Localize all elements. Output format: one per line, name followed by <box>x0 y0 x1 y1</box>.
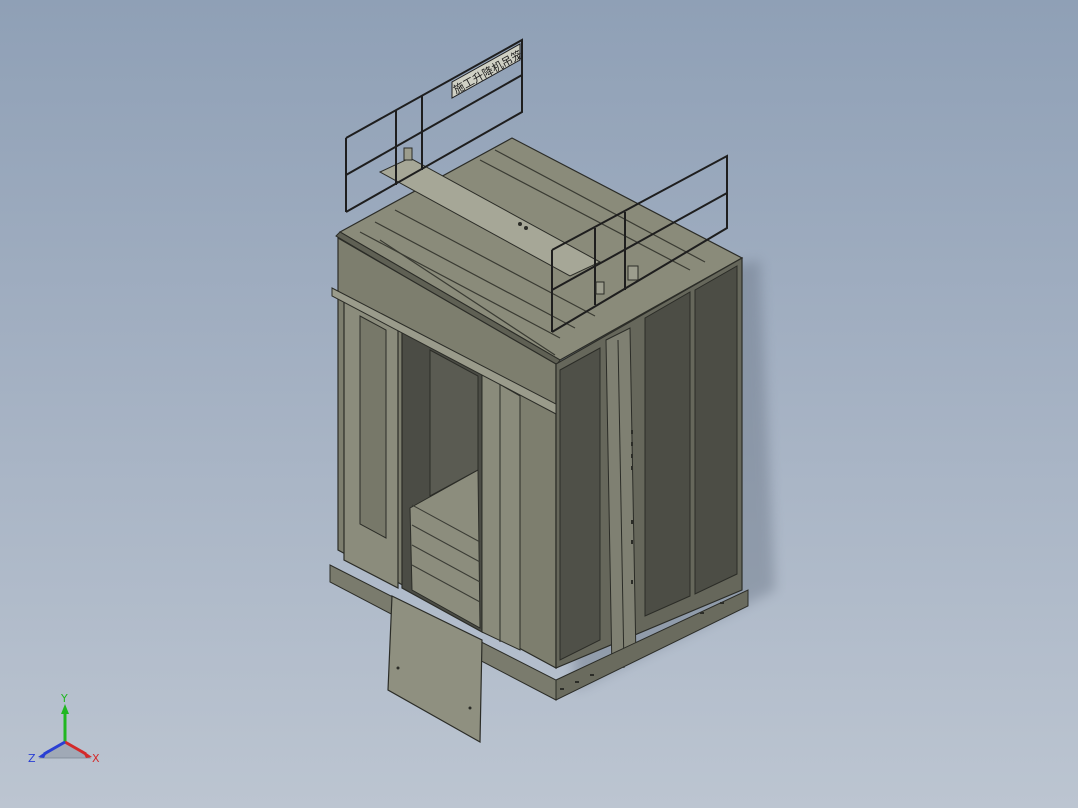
coordinate-triad: Y X Z <box>28 692 100 765</box>
interior-back-wall <box>429 349 479 497</box>
rail-sign-text: 施工升降机吊笼 <box>451 47 525 97</box>
x-axis-label: X <box>92 752 100 765</box>
cage-3d-model[interactable]: 施工升降机吊笼 <box>0 0 1078 808</box>
door-frame-right <box>481 373 521 651</box>
y-axis-arrow <box>61 704 69 714</box>
triad-base <box>38 741 92 759</box>
z-axis-label: Z <box>28 752 36 765</box>
cad-viewport[interactable]: 施工升降机吊笼 Y X Z <box>0 0 1078 808</box>
left-door-handle-strip <box>359 315 387 539</box>
rail-sign: 施工升降机吊笼 <box>451 43 525 99</box>
y-axis-label: Y <box>60 692 68 705</box>
